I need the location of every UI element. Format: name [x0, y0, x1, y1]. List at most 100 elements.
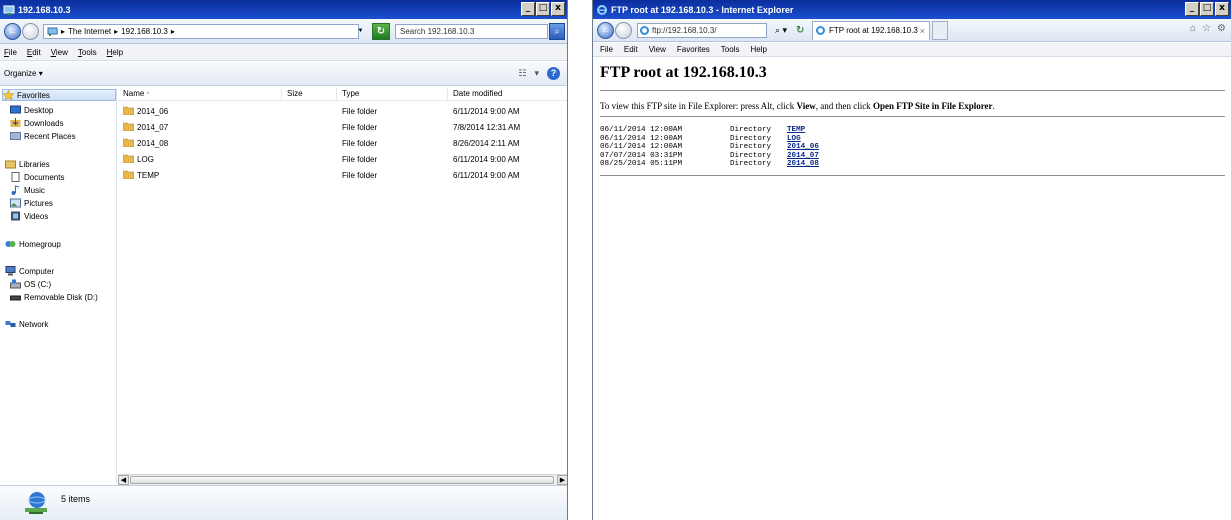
directory-link[interactable]: 2014_08	[787, 160, 819, 169]
minimize-button[interactable]: _	[1185, 2, 1199, 16]
menu-view[interactable]: View	[51, 48, 68, 57]
libraries-icon	[5, 160, 16, 169]
search-icon[interactable]: ⌕ ▾	[768, 23, 794, 38]
new-tab-button[interactable]	[932, 21, 948, 40]
ie-logo-icon	[597, 4, 607, 15]
music-icon	[11, 185, 20, 195]
maximize-button[interactable]: □	[536, 2, 550, 16]
ftp-directory-listing: 06/11/2014 12:00AM Directory TEMP 06/11/20…	[600, 126, 1225, 169]
close-tab-icon[interactable]: ×	[920, 22, 925, 40]
refresh-button[interactable]: ↻	[372, 23, 390, 40]
ie-titlebar[interactable]: FTP root at 192.168.10.3 - Internet Expl…	[593, 0, 1231, 19]
favorites-star-icon[interactable]: ☆	[1202, 23, 1211, 34]
details-pane: 5 items	[0, 485, 567, 520]
directory-link[interactable]: LOG	[787, 135, 801, 144]
minimize-button[interactable]: _	[521, 2, 535, 16]
view-options-icon[interactable]: ☷	[518, 68, 526, 79]
help-icon[interactable]: ?	[547, 67, 560, 80]
back-button[interactable]: ←	[4, 23, 21, 40]
file-date: 6/11/2014 9:00 AM	[453, 155, 520, 164]
list-item: 06/11/2014 12:00AM Directory LOG	[600, 134, 801, 144]
organize-button[interactable]: Organize ▾	[4, 69, 43, 78]
file-name: 2014_07	[137, 123, 169, 132]
removable-disk-icon	[10, 295, 21, 301]
search-icon[interactable]: ⌕	[549, 23, 565, 40]
file-date: 6/11/2014 9:00 AM	[453, 107, 520, 116]
refresh-icon[interactable]: ↻	[796, 23, 809, 38]
table-row[interactable]: TEMP File folder 6/11/2014 9:00 AM	[118, 168, 567, 183]
table-row[interactable]: 2014_08 File folder 8/26/2014 2:11 AM	[118, 136, 567, 151]
tab-ftp-root[interactable]: FTP root at 192.168.10.3 ×	[812, 21, 930, 40]
sidebar-item-computer[interactable]: Computer	[5, 265, 54, 277]
menu-tools[interactable]: Tools	[721, 45, 740, 54]
item-count: 5 items	[61, 494, 91, 504]
search-input[interactable]: Search 192.168.10.3	[395, 24, 548, 39]
scroll-right-icon[interactable]: ▶	[557, 475, 567, 485]
column-header-date[interactable]: Date modified	[448, 87, 567, 101]
file-date: 6/11/2014 9:00 AM	[453, 171, 520, 180]
table-row[interactable]: 2014_07 File folder 7/8/2014 12:31 AM	[118, 120, 567, 135]
network-globe-icon	[25, 492, 47, 514]
sidebar-item-homegroup[interactable]: Homegroup	[5, 238, 61, 250]
menu-tools[interactable]: Tools	[78, 48, 97, 57]
file-name: 2014_06	[137, 107, 169, 116]
scrollbar-thumb[interactable]	[130, 476, 554, 484]
sidebar-item-removable-disk[interactable]: Removable Disk (D:)	[10, 291, 98, 303]
address-crumb-internet[interactable]: The Internet	[68, 27, 111, 36]
address-field[interactable]: ▸ The Internet ▸ 192.168.10.3 ▸	[43, 24, 359, 39]
menu-edit[interactable]: Edit	[27, 48, 41, 57]
sidebar-item-recent-places[interactable]: Recent Places	[10, 130, 76, 142]
file-size	[282, 168, 337, 183]
close-button[interactable]: x	[1215, 2, 1229, 16]
menu-view[interactable]: View	[649, 45, 666, 54]
menu-favorites[interactable]: Favorites	[677, 45, 710, 54]
chevron-down-icon[interactable]: ▾	[534, 68, 539, 79]
address-crumb-host[interactable]: 192.168.10.3	[121, 27, 168, 36]
sidebar-item-os-c[interactable]: OS (C:)	[10, 278, 51, 290]
chevron-right-icon: ▸	[61, 27, 66, 36]
sidebar-item-downloads[interactable]: Downloads	[10, 117, 64, 129]
menu-edit[interactable]: Edit	[624, 45, 638, 54]
back-button[interactable]: ←	[597, 22, 614, 39]
sidebar-item-videos[interactable]: Videos	[10, 210, 48, 222]
explorer-menubar: File Edit View Tools Help	[0, 44, 567, 61]
sidebar-item-libraries[interactable]: Libraries	[5, 158, 50, 170]
folder-icon	[123, 170, 134, 179]
directory-link[interactable]: TEMP	[787, 126, 805, 135]
sidebar-item-network[interactable]: Network	[5, 318, 48, 330]
directory-link[interactable]: 2014_06	[787, 143, 819, 152]
explorer-titlebar[interactable]: 192.168.10.3 _ □ x	[0, 0, 567, 19]
list-item: 06/11/2014 12:00AM Directory TEMP	[600, 126, 806, 135]
sidebar-item-pictures[interactable]: Pictures	[10, 197, 53, 209]
table-row[interactable]: 2014_06 File folder 6/11/2014 9:00 AM	[118, 104, 567, 119]
menu-file[interactable]: File	[4, 48, 17, 57]
sidebar-item-desktop[interactable]: Desktop	[10, 104, 53, 116]
horizontal-scrollbar[interactable]: ◀ ▶	[118, 474, 567, 485]
gear-icon[interactable]: ⚙	[1217, 23, 1226, 34]
column-header-size[interactable]: Size	[282, 87, 337, 101]
list-item: 06/11/2014 12:00AM Directory 2014_06	[600, 143, 819, 152]
directory-link[interactable]: 2014_07	[787, 152, 819, 161]
sidebar-item-favorites[interactable]: Favorites	[2, 89, 116, 101]
column-header-type[interactable]: Type	[337, 87, 448, 101]
file-size	[282, 152, 337, 167]
ie-window: FTP root at 192.168.10.3 - Internet Expl…	[592, 0, 1231, 520]
menu-file[interactable]: File	[600, 45, 613, 54]
network-icon	[5, 321, 16, 327]
url-input[interactable]: ftp://192.168.10.3/	[637, 23, 767, 38]
sidebar-item-documents[interactable]: Documents	[10, 171, 64, 183]
sidebar-item-music[interactable]: Music	[10, 184, 45, 196]
file-name: TEMP	[137, 171, 160, 180]
table-row[interactable]: LOG File folder 6/11/2014 9:00 AM	[118, 152, 567, 167]
home-icon[interactable]: ⌂	[1190, 23, 1196, 34]
close-button[interactable]: x	[551, 2, 565, 16]
divider	[600, 174, 1225, 176]
maximize-button[interactable]: □	[1200, 2, 1214, 16]
forward-button[interactable]: →	[22, 23, 39, 40]
forward-button[interactable]: →	[615, 22, 632, 39]
address-dropdown-icon[interactable]: ▼	[355, 24, 366, 39]
menu-help[interactable]: Help	[750, 45, 766, 54]
scroll-left-icon[interactable]: ◀	[118, 475, 129, 485]
menu-help[interactable]: Help	[107, 48, 123, 57]
column-header-name[interactable]: Name ^	[118, 87, 282, 101]
